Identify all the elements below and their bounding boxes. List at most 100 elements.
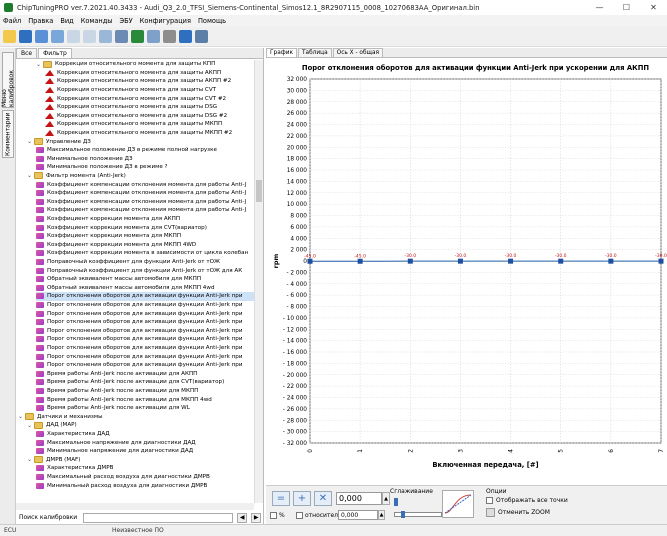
- tree-item[interactable]: Характеристика ДАД: [36, 430, 254, 438]
- tree-item[interactable]: Поправочный коэффициент для функции Anti…: [36, 258, 254, 266]
- tab-axis-x[interactable]: Ось X - общая: [332, 48, 384, 57]
- tree-item[interactable]: Поправочный коэффициент для функции Anti…: [36, 266, 254, 274]
- tree-item[interactable]: Обратный эквивалент массы автомобиля для…: [36, 284, 254, 292]
- expand-toggle-icon[interactable]: ⌄: [27, 172, 33, 179]
- tree-item[interactable]: Время работы Anti-Jerk после активации д…: [36, 378, 254, 386]
- tools-icon[interactable]: [163, 30, 176, 43]
- scroll-thumb[interactable]: [256, 180, 262, 202]
- smoothing-slider-handle[interactable]: [394, 498, 398, 506]
- data-point[interactable]: [407, 258, 413, 264]
- tree-item[interactable]: Порог отклонения оборотов для активации …: [36, 361, 254, 369]
- tree-item[interactable]: Порог отклонения оборотов для активации …: [36, 344, 254, 352]
- tree-item[interactable]: Коррекция относительного момента для защ…: [45, 86, 254, 94]
- tab-table[interactable]: Таблица: [298, 48, 332, 57]
- help-icon[interactable]: [179, 30, 192, 43]
- tree-item[interactable]: Минимальное положение ДЗ: [36, 155, 254, 163]
- tree-item[interactable]: Коррекция относительного момента для защ…: [45, 103, 254, 111]
- maximize-button[interactable]: ☐: [613, 0, 640, 15]
- tree-item[interactable]: Коррекция относительного момента для защ…: [45, 69, 254, 77]
- menu-edit[interactable]: Правка: [28, 17, 53, 25]
- tree-scrollbar[interactable]: [254, 60, 263, 503]
- expand-toggle-icon[interactable]: ⌄: [18, 413, 24, 420]
- show-all-points-checkbox[interactable]: [486, 497, 493, 504]
- value-spinner[interactable]: ▲: [382, 492, 390, 505]
- print-icon[interactable]: [51, 30, 64, 43]
- tree-item[interactable]: Коэффициент коррекции момента для CVT(ва…: [36, 223, 254, 231]
- expand-toggle-icon[interactable]: ⌄: [27, 456, 33, 463]
- tree-item[interactable]: Коэффициент коррекции момента для АКПП: [36, 215, 254, 223]
- data-point[interactable]: [558, 258, 564, 264]
- expand-toggle-icon[interactable]: ⌄: [36, 61, 42, 68]
- tab-comments[interactable]: Комментарии: [2, 110, 14, 158]
- settings-icon[interactable]: [195, 30, 208, 43]
- tab-graph[interactable]: График: [266, 48, 297, 57]
- tree-folder[interactable]: ⌄ Коррекция относительного момента для за…: [36, 60, 254, 68]
- multiply-icon[interactable]: ✕: [314, 491, 332, 506]
- tree-hscrollbar[interactable]: [16, 503, 254, 510]
- tree-item[interactable]: Порог отклонения оборотов для активации …: [36, 335, 254, 343]
- value-input[interactable]: 0,000: [336, 492, 382, 505]
- chart-svg[interactable]: Порог отклонения оборотов для активации …: [266, 59, 667, 481]
- tree-item[interactable]: Порог отклонения оборотов для активации …: [36, 309, 254, 317]
- tree-item[interactable]: Коэффициент коррекции момента в зависимо…: [36, 249, 254, 257]
- data-point[interactable]: [658, 258, 664, 264]
- tree-item[interactable]: Коэффициент коррекции момента для МКПП 4…: [36, 241, 254, 249]
- save-as-icon[interactable]: [35, 30, 48, 43]
- data-point[interactable]: [608, 258, 614, 264]
- compare-icon[interactable]: [99, 30, 112, 43]
- tree-item[interactable]: Порог отклонения оборотов для активации …: [36, 292, 254, 301]
- tree-item[interactable]: Коэффициент коррекции момента для МКПП: [36, 232, 254, 240]
- smoothing-slider-thumb[interactable]: [401, 511, 405, 518]
- close-button[interactable]: ✕: [640, 0, 667, 15]
- tree-item[interactable]: Коэффициент компенсации отклонения момен…: [36, 198, 254, 206]
- tree-folder[interactable]: ⌄ ДАД (MAP): [27, 421, 254, 429]
- search-next-icon[interactable]: ▶: [251, 512, 262, 523]
- tab-calibration-menu[interactable]: Меню калибровок: [1, 52, 15, 108]
- ecu-icon[interactable]: [115, 30, 128, 43]
- tree-item[interactable]: Коррекция относительного момента для защ…: [45, 129, 254, 137]
- data-point[interactable]: [457, 258, 463, 264]
- save-icon[interactable]: [19, 30, 32, 43]
- tree-item[interactable]: Коррекция относительного момента для защ…: [45, 77, 254, 85]
- data-point[interactable]: [357, 258, 363, 264]
- tree-item[interactable]: Коэффициент компенсации отклонения момен…: [36, 206, 254, 214]
- tree-item[interactable]: Обратный эквивалент массы автомобиля для…: [36, 275, 254, 283]
- tree-item[interactable]: Коррекция относительного момента для защ…: [45, 94, 254, 102]
- tree-item[interactable]: Характеристика ДМРВ: [36, 464, 254, 472]
- tree-item[interactable]: Время работы Anti-Jerk после активации д…: [36, 370, 254, 378]
- relative-checkbox[interactable]: [296, 512, 303, 519]
- zoom-icon[interactable]: [486, 508, 495, 517]
- menu-view[interactable]: Вид: [60, 17, 73, 25]
- relative-spinner[interactable]: ▲: [378, 510, 385, 520]
- tree-item[interactable]: Минимальный расход воздуха для диагности…: [36, 481, 254, 489]
- tree-folder[interactable]: ⌄ ДМРВ (MAF): [27, 456, 254, 464]
- tree-folder[interactable]: ⌄ Датчики и механизмы: [18, 413, 254, 421]
- tree-item[interactable]: Коррекция относительного момента для защ…: [45, 112, 254, 120]
- tree-item[interactable]: Время работы Anti-Jerk после активации д…: [36, 395, 254, 403]
- equal-icon[interactable]: =: [272, 491, 290, 506]
- tree-item[interactable]: Порог отклонения оборотов для активации …: [36, 301, 254, 309]
- tree-folder[interactable]: ⌄ Управление ДЗ: [27, 137, 254, 146]
- search-prev-icon[interactable]: ◀: [237, 512, 248, 523]
- data-point[interactable]: [307, 258, 313, 264]
- search-icon[interactable]: [147, 30, 160, 43]
- menu-commands[interactable]: Команды: [81, 17, 113, 25]
- copy-icon[interactable]: [67, 30, 80, 43]
- menu-ecu[interactable]: ЭБУ: [120, 17, 133, 25]
- menu-file[interactable]: Файл: [3, 17, 21, 25]
- plus-icon[interactable]: +: [293, 491, 311, 506]
- relative-value-input[interactable]: 0,000: [338, 510, 378, 520]
- data-point[interactable]: [508, 258, 514, 264]
- tree-item[interactable]: Максимальный расход воздуха для диагност…: [36, 473, 254, 481]
- checksum-icon[interactable]: [131, 30, 144, 43]
- tree-item[interactable]: Время работы Anti-Jerk после активации д…: [36, 387, 254, 395]
- tree-item[interactable]: Максимальное напряжение для диагностики …: [36, 438, 254, 446]
- cancel-zoom-button[interactable]: Отменить ZOOM: [498, 509, 550, 516]
- tree-item[interactable]: Порог отклонения оборотов для активации …: [36, 327, 254, 335]
- expand-toggle-icon[interactable]: ⌄: [27, 422, 33, 429]
- tab-filter[interactable]: Фильтр: [38, 48, 72, 58]
- menu-configuration[interactable]: Конфигурация: [140, 17, 191, 25]
- tree-item[interactable]: Порог отклонения оборотов для активации …: [36, 352, 254, 360]
- tab-all[interactable]: Все: [16, 48, 38, 58]
- tree-item[interactable]: Порог отклонения оборотов для активации …: [36, 318, 254, 326]
